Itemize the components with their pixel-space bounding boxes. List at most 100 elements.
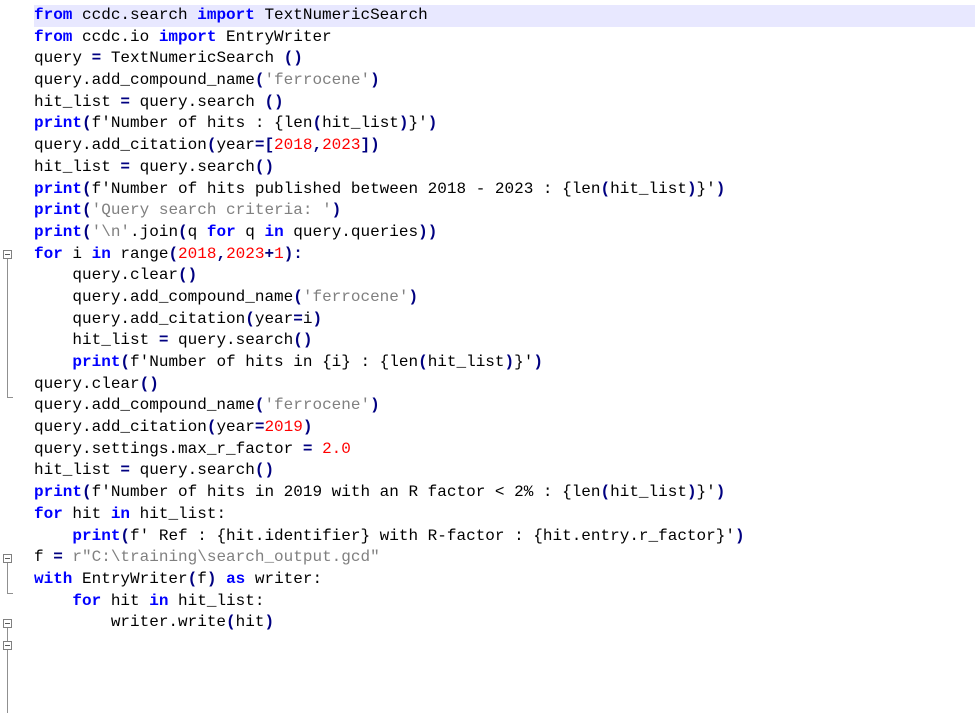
code-line[interactable]: query.clear() [34,374,975,396]
code-line[interactable]: query.add_citation(year=[2018,2023]) [34,135,975,157]
code-token: ) [264,613,275,632]
code-line[interactable]: query.add_compound_name('ferrocene') [34,395,975,417]
code-line[interactable]: for hit in hit_list: [34,591,975,613]
code-token: query.add_citation [34,418,207,437]
fold-toggle-icon[interactable] [3,641,12,650]
code-token: q [187,222,207,241]
code-token: ) [302,418,313,437]
code-line[interactable]: query.settings.max_r_factor = 2.0 [34,439,975,461]
fold-guide-line [7,563,8,593]
code-token: 2023 [322,136,361,155]
code-token: 'ferrocene' [302,287,409,306]
code-line[interactable]: print(f'Number of hits in {i} : {len(hit… [34,352,975,374]
fold-toggle-icon[interactable] [3,554,12,563]
code-token: f'Number of hits published between 2018 … [91,179,601,198]
code-token: year [216,418,255,437]
code-token: ) [533,353,543,371]
code-token: () [293,331,313,350]
code-token: hit_list [610,483,687,502]
code-editor[interactable]: from ccdc.search import TextNumericSearc… [0,0,975,713]
code-token: year [254,309,294,328]
code-token: writer.write [34,613,227,632]
code-token: ( [418,353,428,371]
code-area[interactable]: from ccdc.search import TextNumericSearc… [34,5,975,634]
code-token: }' [408,114,428,133]
code-token: from [34,6,73,24]
code-line[interactable]: query.add_citation(year=2019) [34,417,975,439]
code-token: hit_list [34,461,121,480]
code-token: query.clear [34,266,179,285]
code-token: f [34,548,54,567]
code-line[interactable]: print(f'Number of hits published between… [34,179,975,201]
code-line[interactable]: from ccdc.search import TextNumericSearc… [34,5,975,27]
code-token: )) [418,222,438,241]
code-token: EntryWriter [216,27,332,46]
code-line[interactable]: from ccdc.io import EntryWriter [34,27,975,49]
code-token: ) [504,353,515,371]
code-token: () [178,266,198,285]
code-line[interactable]: print(f' Ref : {hit.identifier} with R-f… [34,526,975,548]
code-line[interactable]: hit_list = query.search() [34,330,975,352]
fold-toggle-icon[interactable] [3,250,12,259]
code-token: ) [427,114,438,133]
code-token: ) [370,71,380,90]
code-token: from [34,27,73,46]
code-token: print [34,222,83,241]
code-token: 'ferrocene' [264,396,371,415]
code-line[interactable]: query.add_compound_name('ferrocene') [34,70,975,92]
fold-margin[interactable] [0,0,30,713]
code-token: f' Ref : {hit.identifier} with R-factor … [130,526,735,545]
code-token: = [158,331,169,350]
code-line[interactable]: query = TextNumericSearch () [34,48,975,70]
code-token: ): [283,244,303,263]
code-token: query.search [130,157,255,176]
code-token: = [120,157,131,176]
code-token: hit_list: [168,591,265,610]
code-line[interactable]: query.clear() [34,265,975,287]
code-line[interactable]: hit_list = query.search() [34,157,975,179]
code-line[interactable]: for i in range(2018,2023+1): [34,244,975,266]
code-token: query.add_citation [34,309,246,328]
code-token: query.search [168,331,294,350]
fold-guide-line [7,259,8,397]
code-token: i [62,244,92,263]
code-line[interactable]: hit_list = query.search() [34,460,975,482]
code-line[interactable]: print(f'Number of hits : {len(hit_list)}… [34,113,975,135]
code-token: in [149,591,169,610]
code-token: = [53,548,63,567]
code-token: hit_list: [130,504,227,523]
code-line[interactable]: f = r"C:\training\search_output.gcd" [34,547,975,569]
code-token: print [34,179,83,198]
code-token: print [34,114,83,133]
code-token: TextNumericSearch [101,49,284,68]
code-token: ( [120,353,131,371]
code-token: () [283,49,303,68]
fold-toggle-icon[interactable] [3,619,12,628]
code-line[interactable]: writer.write(hit) [34,612,975,634]
code-token: 2018 [178,244,217,263]
code-token: in [264,222,284,241]
code-token: for [206,222,236,241]
code-line[interactable]: for hit in hit_list: [34,504,975,526]
code-line[interactable]: print('Query search criteria: ') [34,200,975,222]
code-line[interactable]: query.add_compound_name('ferrocene') [34,287,975,309]
code-line[interactable]: print('\n'.join(q for q in query.queries… [34,222,975,244]
code-token: query.add_compound_name [34,396,255,415]
code-line[interactable]: query.add_citation(year=i) [34,309,975,331]
code-token: .join [130,222,179,241]
code-token: import [158,27,217,46]
code-token: ccdc.io [72,27,159,46]
code-token: ( [206,136,217,155]
code-token: ) [715,179,726,198]
code-line[interactable]: hit_list = query.search () [34,92,975,114]
code-token: in [91,244,111,263]
code-token: }' [514,353,534,371]
code-token: for [72,591,102,610]
code-line[interactable]: with EntryWriter(f) as writer: [34,569,975,591]
code-token: for [34,244,63,263]
code-token: f'Number of hits in 2019 with an R facto… [91,483,601,502]
code-line[interactable]: print(f'Number of hits in 2019 with an R… [34,482,975,504]
